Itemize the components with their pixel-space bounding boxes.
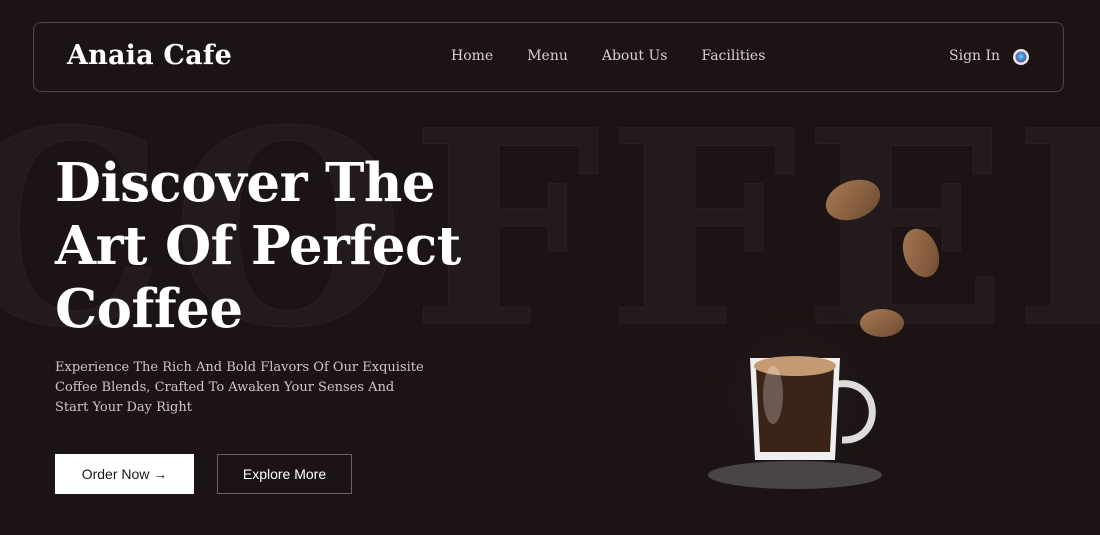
nav-links: Home Menu About Us Facilities <box>451 48 765 64</box>
hero-title-line-1: Discover The <box>55 152 436 214</box>
sign-in-link[interactable]: Sign In <box>949 48 1000 64</box>
coffee-bean-icon <box>825 179 881 221</box>
user-circle-icon[interactable] <box>1012 48 1030 66</box>
hero-subtitle: Experience The Rich And Bold Flavors Of … <box>55 360 424 415</box>
nav-link-home[interactable]: Home <box>451 48 493 64</box>
coffee-bean-icon <box>860 309 904 337</box>
hero-title-line-2: Art Of Perfect <box>55 215 461 277</box>
navbar: Anaia Cafe Home Menu About Us Facilities… <box>33 22 1064 92</box>
nav-link-menu[interactable]: Menu <box>527 48 568 64</box>
brand-logo[interactable]: Anaia Cafe <box>67 40 232 71</box>
nav-link-about-us[interactable]: About Us <box>602 48 668 64</box>
coffee-cup-illustration <box>690 170 940 500</box>
nav-link-facilities[interactable]: Facilities <box>701 48 765 64</box>
coffee-bean-icon <box>902 228 940 278</box>
order-now-button[interactable]: Order Now → <box>55 454 194 494</box>
hero-page: COFFEE Anaia Cafe Home Menu About Us Fac… <box>0 0 1100 535</box>
hero-title-line-3: Coffee <box>55 278 243 340</box>
explore-more-button[interactable]: Explore More <box>217 454 352 494</box>
hero-title: Discover The Art Of Perfect Coffee <box>55 152 525 341</box>
